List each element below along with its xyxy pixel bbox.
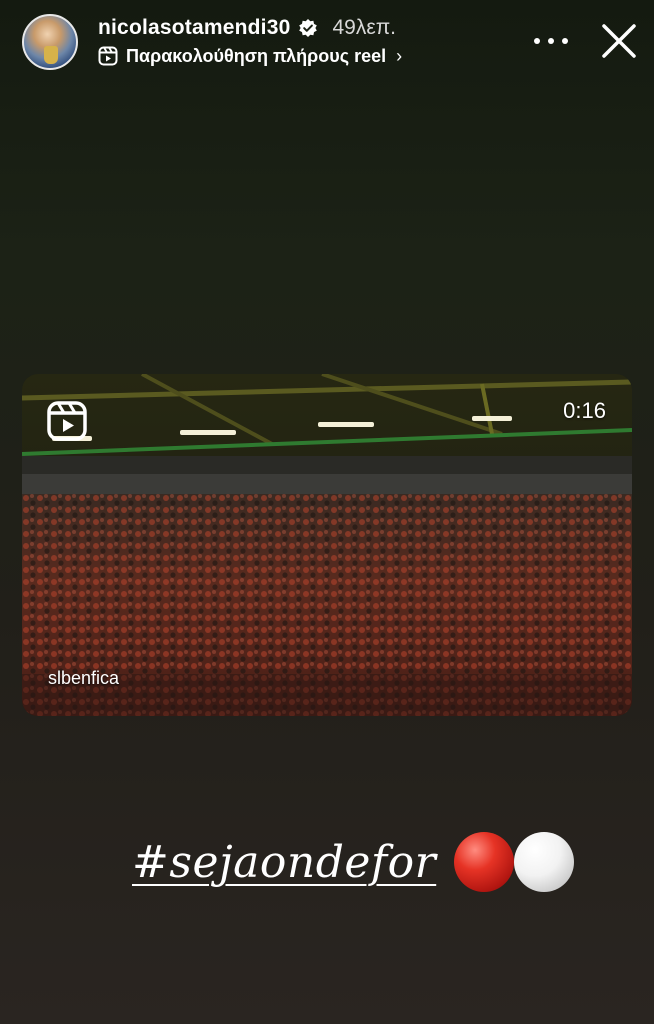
hashtag-link[interactable]: #sejaondefor xyxy=(132,837,436,888)
story-header: nicolasotamendi30 49λεπ. Παρακολούθηση π… xyxy=(0,0,654,90)
chevron-right-icon: › xyxy=(396,45,403,66)
more-options-button[interactable] xyxy=(534,26,568,56)
watch-full-reel-label: Παρακολούθηση πλήρους reel xyxy=(126,45,387,66)
red-circle-emoji-icon xyxy=(454,832,515,892)
watch-full-reel-link[interactable]: Παρακολούθηση πλήρους reel › xyxy=(98,44,402,68)
reels-badge-icon xyxy=(46,400,88,442)
close-button[interactable] xyxy=(598,20,640,62)
more-dot xyxy=(534,38,540,44)
shared-reel-card[interactable]: 0:16 slbenfica xyxy=(22,374,632,716)
reels-icon xyxy=(98,46,118,66)
post-time: 49λεπ. xyxy=(332,16,397,39)
video-duration: 0:16 xyxy=(563,398,606,423)
reel-source-account[interactable]: slbenfica xyxy=(48,668,119,689)
verified-badge-icon xyxy=(298,18,318,38)
more-dot xyxy=(562,38,568,44)
close-icon xyxy=(602,24,636,58)
stadium-crowd-image xyxy=(22,374,632,716)
avatar-trophy-graphic xyxy=(44,46,58,64)
username-row: nicolasotamendi30 49λεπ. xyxy=(98,14,396,42)
white-circle-emoji-icon xyxy=(514,832,575,892)
more-dot xyxy=(548,38,554,44)
username[interactable]: nicolasotamendi30 xyxy=(98,16,290,40)
profile-avatar[interactable] xyxy=(22,14,78,70)
caption-sticker: #sejaondefor xyxy=(132,832,575,892)
